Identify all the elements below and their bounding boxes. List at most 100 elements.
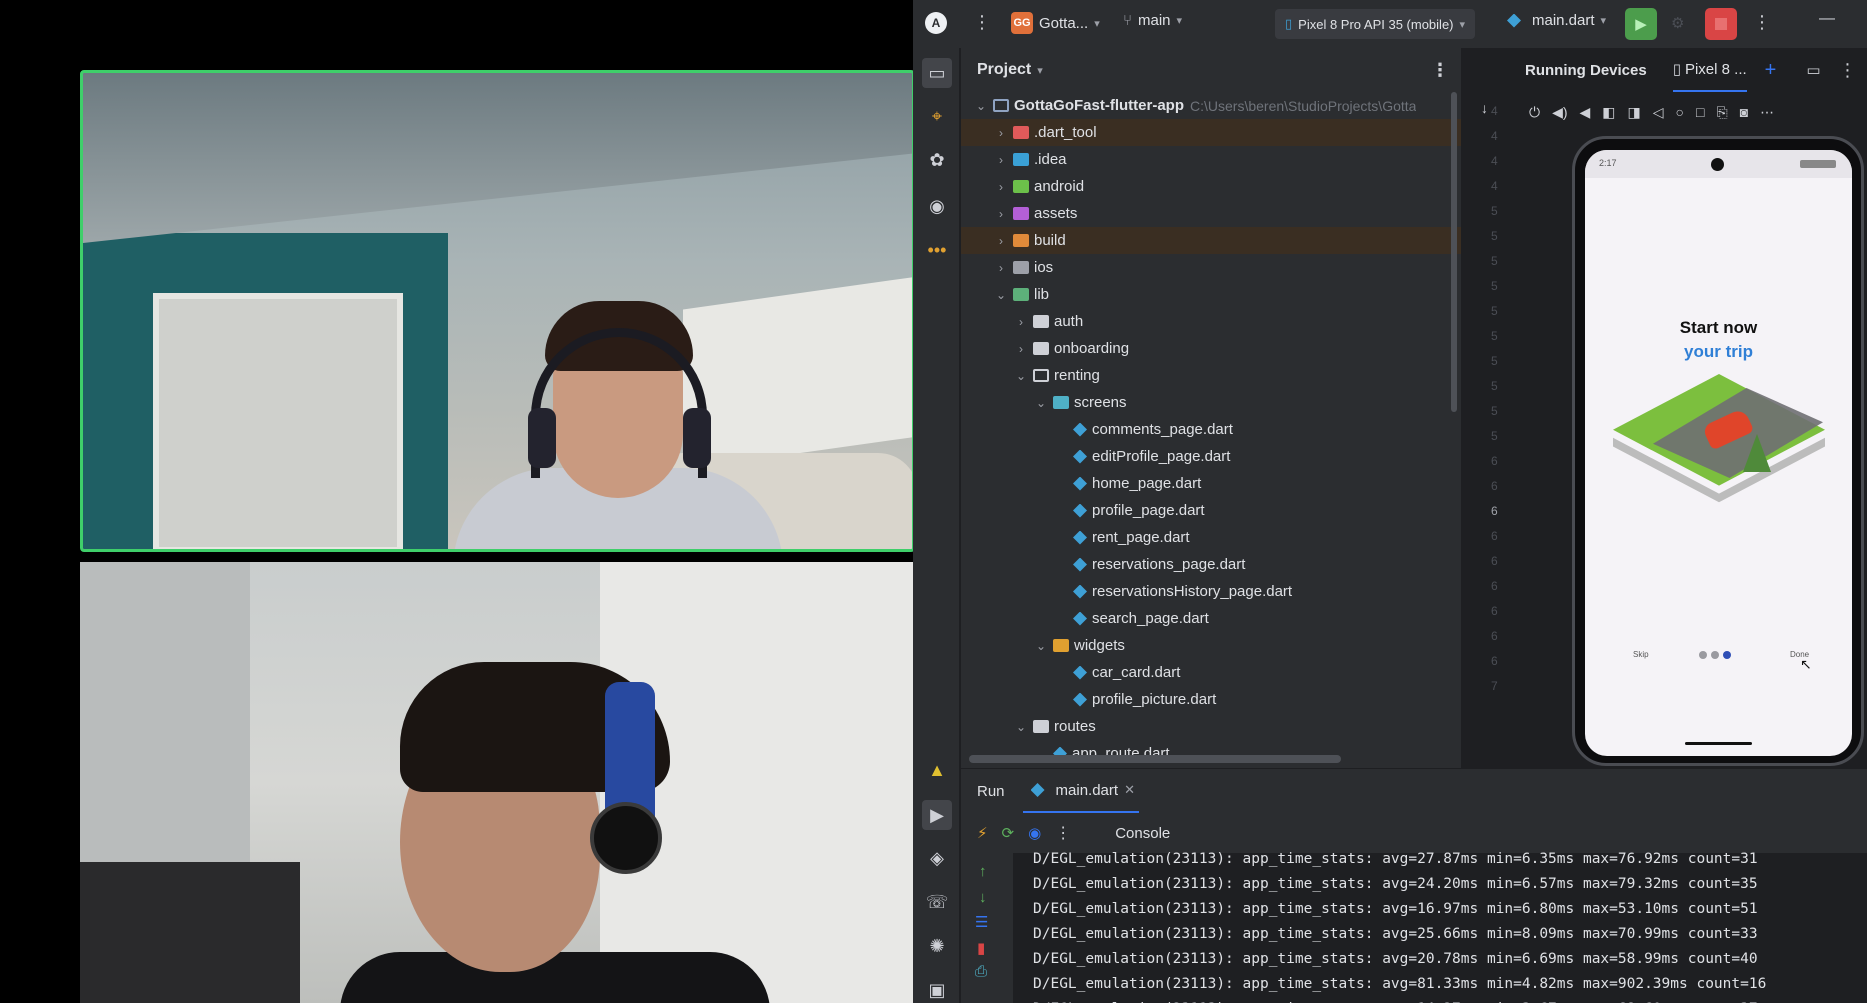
device-tab[interactable]: ▯ Pixel 8 ... <box>1672 48 1747 92</box>
tree-item[interactable]: ⌄ renting <box>961 362 1461 389</box>
overview-icon[interactable]: □ <box>1696 104 1704 120</box>
tree-item[interactable]: ⌄ lib <box>961 281 1461 308</box>
run-button[interactable]: ▶ <box>1625 8 1657 40</box>
window-layout-icon[interactable]: ▭ <box>1806 61 1820 79</box>
terminal-icon[interactable]: ▣ <box>925 978 949 1002</box>
more-actions-icon[interactable]: ⋮ <box>1055 823 1071 843</box>
chevron-down-icon[interactable]: ⌄ <box>1013 720 1029 734</box>
branch-switcher[interactable]: ⑂ main ▾ <box>1123 12 1182 29</box>
stop-button[interactable] <box>1705 8 1737 40</box>
problems-icon[interactable]: ✺ <box>925 934 949 958</box>
screenshot-icon[interactable]: ◙ <box>1740 104 1748 120</box>
project-switcher[interactable]: GG Gotta... ▾ <box>1011 12 1100 34</box>
chevron-right-icon[interactable]: › <box>993 180 1009 194</box>
android-studio-logo-icon[interactable]: A <box>925 12 947 34</box>
vertical-scrollbar[interactable] <box>1451 92 1457 412</box>
github-icon[interactable]: ◉ <box>925 194 949 218</box>
resource-manager-icon[interactable]: ✿ <box>925 148 949 172</box>
hot-reload-icon[interactable]: ⚡ <box>977 824 988 842</box>
panel-options-icon[interactable]: ⋮ <box>1431 60 1449 81</box>
tree-item[interactable]: ⌄ widgets <box>961 632 1461 659</box>
run-tab[interactable]: Run <box>977 783 1005 800</box>
more-tools-icon[interactable]: ••• <box>925 238 949 262</box>
rotate-right-icon[interactable]: ◨ <box>1628 104 1641 121</box>
tree-item[interactable]: profile_page.dart <box>961 497 1461 524</box>
chevron-right-icon[interactable]: › <box>993 207 1009 221</box>
tree-item[interactable]: › assets <box>961 200 1461 227</box>
chevron-right-icon[interactable]: › <box>1013 315 1029 329</box>
main-dart-tab[interactable]: main.dart ✕ <box>1022 769 1139 813</box>
devtools-icon[interactable]: ◉ <box>1028 824 1041 842</box>
minimize-window-button[interactable]: — <box>1819 10 1835 28</box>
tree-item[interactable]: car_card.dart <box>961 659 1461 686</box>
tree-item[interactable]: ⌄ screens <box>961 389 1461 416</box>
flutter-inspector-icon[interactable]: ▲ <box>925 758 949 782</box>
add-device-icon[interactable]: + <box>1765 59 1777 82</box>
chevron-down-icon[interactable]: ⌄ <box>993 288 1009 302</box>
chevron-down-icon[interactable]: ⌄ <box>1013 369 1029 383</box>
tree-item[interactable]: editProfile_page.dart <box>961 443 1461 470</box>
tree-item[interactable]: › .idea <box>961 146 1461 173</box>
tree-item[interactable]: profile_picture.dart <box>961 686 1461 713</box>
tree-item[interactable]: search_page.dart <box>961 605 1461 632</box>
scroll-down-icon[interactable]: ↓ <box>979 889 987 906</box>
main-menu-icon[interactable]: ⋮ <box>973 12 991 33</box>
back-icon[interactable]: ◁ <box>1653 104 1664 121</box>
video-tile-participant-2[interactable] <box>80 562 915 1003</box>
chevron-right-icon[interactable]: › <box>1013 342 1029 356</box>
skip-button[interactable]: Skip <box>1633 650 1649 659</box>
commit-icon[interactable]: ⌖ <box>925 104 949 128</box>
gutter-arrow-icon[interactable]: ↓ <box>1481 100 1488 116</box>
rotate-left-icon[interactable]: ◧ <box>1602 104 1615 121</box>
volume-down-icon[interactable]: ◀ <box>1580 104 1591 121</box>
more-icon[interactable]: ⋯ <box>1760 104 1774 121</box>
app-quality-icon[interactable]: ◈ <box>925 846 949 870</box>
more-actions-icon[interactable]: ⋮ <box>1753 12 1771 33</box>
chevron-down-icon[interactable]: ⌄ <box>1033 639 1049 653</box>
tree-item[interactable]: ⌄ GottaGoFast-flutter-app C:\Users\beren\S… <box>961 92 1461 119</box>
horizontal-scrollbar[interactable] <box>969 755 1341 763</box>
project-view-icon[interactable]: ▭ <box>922 58 952 88</box>
tree-item[interactable]: reservations_page.dart <box>961 551 1461 578</box>
video-tile-participant-1[interactable] <box>80 70 915 552</box>
gesture-bar[interactable] <box>1685 742 1752 745</box>
print-icon[interactable]: ⎙ <box>975 963 987 980</box>
tree-item[interactable]: › android <box>961 173 1461 200</box>
tree-item[interactable]: › build <box>961 227 1461 254</box>
chevron-down-icon[interactable]: ⌄ <box>973 99 989 113</box>
stop-icon[interactable]: ▮ <box>977 939 985 957</box>
chevron-down-icon[interactable]: ⌄ <box>1033 396 1049 410</box>
hot-restart-icon[interactable]: ⟳ <box>1002 824 1015 842</box>
run-tool-icon[interactable]: ▶ <box>922 800 952 830</box>
gutter-line-number: 6 <box>1491 604 1498 618</box>
chevron-right-icon[interactable]: › <box>993 126 1009 140</box>
project-panel-header[interactable]: Project ▾ ⋮ <box>961 48 1461 92</box>
panel-options-icon[interactable]: ⋮ <box>1839 60 1857 81</box>
debug-icon[interactable]: ⚙ <box>1671 14 1684 32</box>
tree-item[interactable]: ⌄ routes <box>961 713 1461 740</box>
tree-item[interactable]: › onboarding <box>961 335 1461 362</box>
scroll-up-icon[interactable]: ↑ <box>979 863 987 880</box>
run-config-selector[interactable]: main.dart ▾ <box>1503 12 1606 29</box>
home-icon[interactable]: ○ <box>1676 104 1684 120</box>
volume-up-icon[interactable]: ◀) <box>1552 104 1567 121</box>
console-output[interactable]: ↑ ↓ ☰ ▮ ⎙ D/EGL_emulation(23113): app_ti… <box>961 851 1867 1003</box>
tree-item[interactable]: › .dart_tool <box>961 119 1461 146</box>
power-icon[interactable]: ⏻ <box>1529 104 1540 121</box>
tree-item[interactable]: comments_page.dart <box>961 416 1461 443</box>
close-icon[interactable]: ✕ <box>1124 782 1135 798</box>
soft-wrap-icon[interactable]: ☰ <box>975 913 988 931</box>
device-selector[interactable]: ▯ Pixel 8 Pro API 35 (mobile) ▾ <box>1275 9 1476 39</box>
chevron-right-icon[interactable]: › <box>993 153 1009 167</box>
chevron-right-icon[interactable]: › <box>993 261 1009 275</box>
tree-item[interactable]: › ios <box>961 254 1461 281</box>
phone-screen[interactable]: 2:17 Start now your trip Skip Done ↖ <box>1585 150 1852 756</box>
tree-item[interactable]: reservationsHistory_page.dart <box>961 578 1461 605</box>
logcat-icon[interactable]: ☏ <box>925 890 949 914</box>
tree-item[interactable]: › auth <box>961 308 1461 335</box>
tree-item[interactable]: rent_page.dart <box>961 524 1461 551</box>
tree-item[interactable]: home_page.dart <box>961 470 1461 497</box>
chevron-right-icon[interactable]: › <box>993 234 1009 248</box>
console-tab[interactable]: Console <box>1115 825 1170 842</box>
fold-icon[interactable]: ⎘ <box>1716 104 1727 121</box>
